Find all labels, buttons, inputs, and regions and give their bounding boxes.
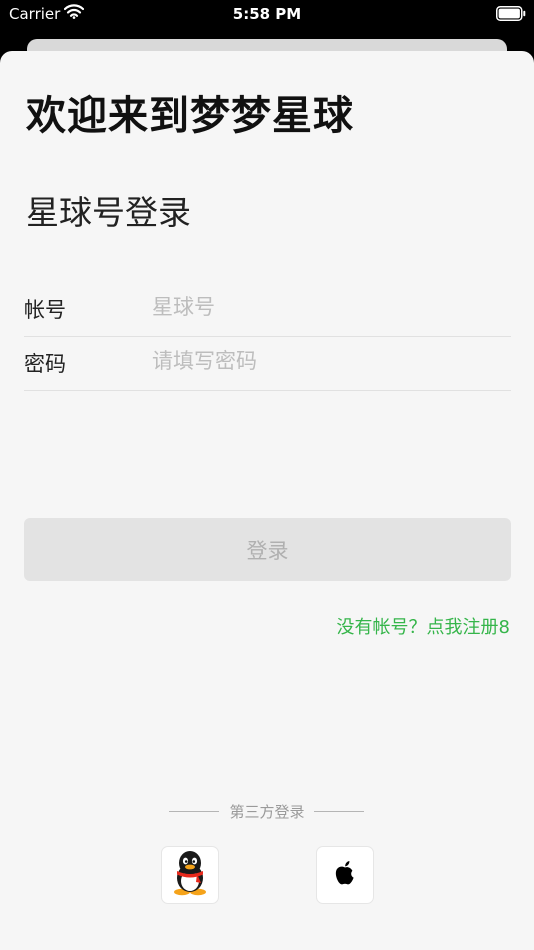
password-label: 密码	[24, 352, 66, 376]
divider-line	[314, 811, 364, 812]
qq-login-button[interactable]	[161, 846, 219, 904]
qq-penguin-icon	[170, 850, 210, 900]
password-input[interactable]	[152, 344, 502, 378]
password-row: 密码	[24, 336, 511, 391]
account-label: 帐号	[24, 298, 66, 322]
account-row: 帐号	[24, 282, 511, 337]
divider-line	[169, 811, 219, 812]
apple-icon	[334, 860, 356, 890]
login-subtitle: 星球号登录	[26, 193, 191, 232]
account-input[interactable]	[152, 290, 502, 324]
register-link[interactable]: 没有帐号？点我注册8	[337, 613, 510, 639]
welcome-title: 欢迎来到梦梦星球	[26, 93, 354, 139]
clock: 5:58 PM	[232, 5, 302, 23]
login-button[interactable]: 登录	[24, 518, 511, 581]
battery-icon	[496, 6, 526, 25]
apple-login-button[interactable]	[316, 846, 374, 904]
third-party-label: 第三方登录	[229, 803, 305, 821]
status-bar: Carrier 5:58 PM	[0, 0, 534, 30]
third-party-section: 第三方登录	[0, 800, 534, 822]
